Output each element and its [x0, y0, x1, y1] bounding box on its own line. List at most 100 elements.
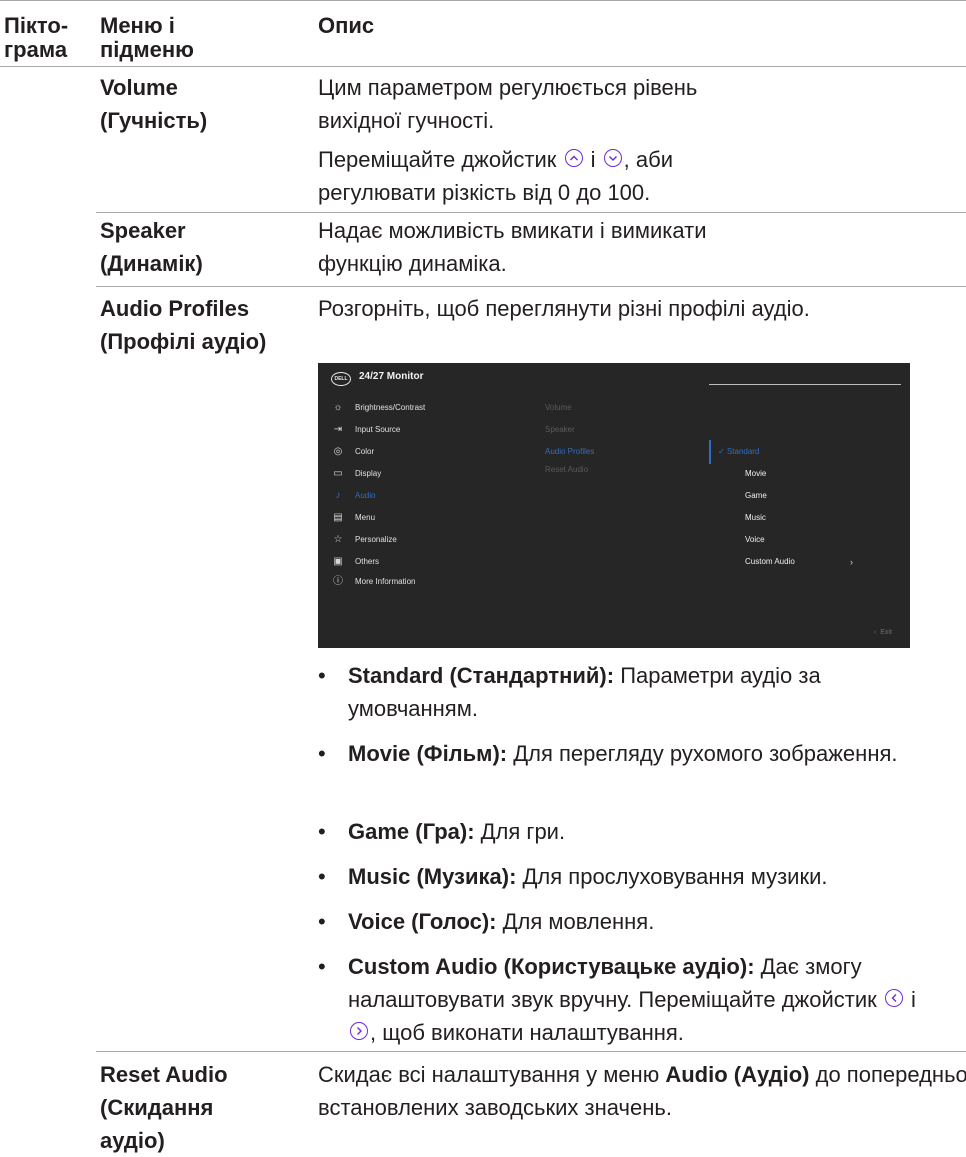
- osd-option-label: Standard: [726, 447, 760, 456]
- audio-profiles-name-line1: Audio Profiles: [100, 296, 250, 321]
- osd-sub-volume[interactable]: Volume: [545, 401, 572, 415]
- row-rule-audio-profiles: [96, 1051, 966, 1052]
- brightness-icon: ☼: [333, 402, 343, 413]
- osd-menu-personalize[interactable]: ☆ Personalize: [332, 533, 397, 547]
- osd-selection-bar: [709, 440, 711, 464]
- others-icon: ▣: [333, 556, 343, 567]
- volume-desc-2-before: Переміщайте джойстик: [318, 147, 557, 172]
- check-icon: ✓: [718, 447, 727, 456]
- osd-option-music[interactable]: Music: [745, 511, 766, 525]
- reset-audio-name-line2: (Скидання: [100, 1095, 214, 1120]
- bullet-text: Для прослуховування музики.: [516, 864, 828, 889]
- osd-menu-display[interactable]: ▭ Display: [332, 467, 381, 481]
- bullet-music: • Music (Музика): Для прослуховування му…: [318, 860, 938, 893]
- bullet-bold: Voice (Голос):: [348, 909, 497, 934]
- osd-menu-label: More Information: [355, 577, 416, 586]
- bullet-bold: Music (Музика):: [348, 864, 517, 889]
- osd-menu-audio[interactable]: ♪ Audio: [332, 489, 376, 503]
- volume-name-line1: Volume: [100, 75, 178, 100]
- reset-audio-desc-bold: Audio (Аудіо): [665, 1062, 810, 1087]
- speaker-name-line1: Speaker: [100, 218, 186, 243]
- osd-option-standard[interactable]: ✓ Standard: [718, 445, 759, 459]
- osd-menu-brightness[interactable]: ☼ Brightness/Contrast: [332, 401, 425, 415]
- volume-desc-1: Цим параметром регулюється рівень вихідн…: [318, 75, 698, 133]
- reset-audio-name-line3: аудіо): [100, 1128, 165, 1153]
- bullet-bold: Custom Audio (Користувацьке аудіо):: [348, 954, 755, 979]
- volume-name-line2: (Гучність): [100, 108, 208, 133]
- osd-menu-others[interactable]: ▣ Others: [332, 555, 379, 569]
- reset-audio-desc: Скидає всі налаштування у меню Audio (Ау…: [318, 1058, 966, 1124]
- osd-menu-label: Personalize: [355, 535, 397, 544]
- audio-profiles-name: Audio Profiles (Профілі аудіо): [100, 292, 315, 358]
- header-menu-line2: підменю: [100, 37, 194, 62]
- osd-menu-menu[interactable]: ▤ Menu: [332, 511, 375, 525]
- osd-exit-label: Exit: [880, 629, 892, 636]
- osd-option-game[interactable]: Game: [745, 489, 767, 503]
- osd-menu-label: Color: [355, 447, 375, 456]
- osd-sub-audio-profiles[interactable]: Audio Profiles: [545, 445, 594, 459]
- volume-desc-2-mid: і: [590, 147, 596, 172]
- osd-menu-more-info[interactable]: ⓘ More Information: [332, 575, 415, 589]
- audio-profiles-desc: Розгорніть, щоб переглянути різні профіл…: [318, 296, 810, 321]
- bullet-custom-audio: • Custom Audio (Користувацьке аудіо): Да…: [318, 950, 938, 1049]
- bullet-dot: •: [318, 909, 326, 934]
- bullet-bold: Standard (Стандартний):: [348, 663, 615, 688]
- info-icon: ⓘ: [333, 576, 343, 587]
- bullet-dot: •: [318, 663, 326, 688]
- osd-option-custom-audio[interactable]: Custom Audio: [745, 555, 795, 569]
- reset-audio-name: Reset Audio (Скидання аудіо): [100, 1058, 315, 1157]
- osd-menu-input-source[interactable]: ⇥ Input Source: [332, 423, 401, 437]
- osd-menu-color[interactable]: ◎ Color: [332, 445, 375, 459]
- osd-menu-screenshot: DELL 24/27 Monitor ☼ Brightness/Contrast …: [318, 363, 910, 648]
- bullet-text: Для мовлення.: [496, 909, 655, 934]
- input-source-icon: ⇥: [333, 424, 343, 435]
- osd-option-movie[interactable]: Movie: [745, 467, 766, 481]
- bullet-movie: • Movie (Фільм): Для перегляду рухомого …: [318, 737, 938, 770]
- joystick-down-icon: [603, 149, 622, 167]
- bullet-text-end: , щоб виконати налаштування.: [370, 1020, 684, 1045]
- osd-sub-reset-audio[interactable]: Reset Audio: [545, 463, 588, 477]
- reset-audio-desc-before: Скидає всі налаштування у меню: [318, 1062, 666, 1087]
- osd-sub-speaker[interactable]: Speaker: [545, 423, 575, 437]
- joystick-left-icon: [884, 989, 903, 1007]
- osd-menu-label: Others: [355, 557, 380, 566]
- bullet-bold: Movie (Фільм):: [348, 741, 508, 766]
- volume-name: Volume (Гучність): [100, 71, 300, 137]
- osd-option-voice[interactable]: Voice: [745, 533, 765, 547]
- osd-menu-label: Brightness/Contrast: [355, 403, 426, 412]
- table-top-rule: [0, 0, 966, 1]
- header-menu-line1: Меню і: [100, 13, 175, 38]
- speaker-desc: Надає можливість вмикати і вимикати функ…: [318, 218, 707, 276]
- header-pictogram-line2: грама: [4, 37, 68, 62]
- osd-menu-label: Audio: [355, 491, 376, 500]
- row-rule-volume: [96, 212, 966, 213]
- bullet-text: Для гри.: [474, 819, 566, 844]
- joystick-up-icon: [564, 149, 583, 167]
- bullet-text-mid: і: [911, 987, 916, 1012]
- star-icon: ☆: [333, 534, 343, 545]
- header-bottom-rule: [0, 66, 966, 67]
- speaker-name-line2: (Динамік): [100, 251, 203, 276]
- volume-desc-2: Переміщайте джойстик і , аби регулювати …: [318, 143, 738, 209]
- bullet-bold: Game (Гра):: [348, 819, 475, 844]
- row-rule-speaker: [96, 286, 966, 287]
- bullet-dot: •: [318, 741, 326, 766]
- reset-audio-name-line1: Reset Audio: [100, 1062, 228, 1087]
- menu-icon: ▤: [333, 512, 343, 523]
- osd-title: 24/27 Monitor: [359, 371, 424, 382]
- bullet-standard: • Standard (Стандартний): Параметри ауді…: [318, 659, 938, 725]
- speaker-name: Speaker (Динамік): [100, 214, 300, 280]
- osd-menu-label: Display: [355, 469, 382, 478]
- osd-menu-label: Menu: [355, 513, 376, 522]
- joystick-right-icon: [350, 1022, 368, 1040]
- osd-exit-button[interactable]: ‹ Exit: [874, 629, 892, 636]
- header-pictogram-line1: Пікто-: [4, 13, 69, 38]
- osd-top-line: [709, 384, 901, 385]
- dell-logo: DELL: [331, 372, 351, 386]
- osd-menu-label: Input Source: [355, 425, 401, 434]
- header-description: Опис: [318, 13, 375, 38]
- bullet-game: • Game (Гра): Для гри.: [318, 815, 938, 848]
- color-icon: ◎: [333, 446, 343, 457]
- bullet-dot: •: [318, 954, 326, 979]
- display-icon: ▭: [333, 468, 343, 479]
